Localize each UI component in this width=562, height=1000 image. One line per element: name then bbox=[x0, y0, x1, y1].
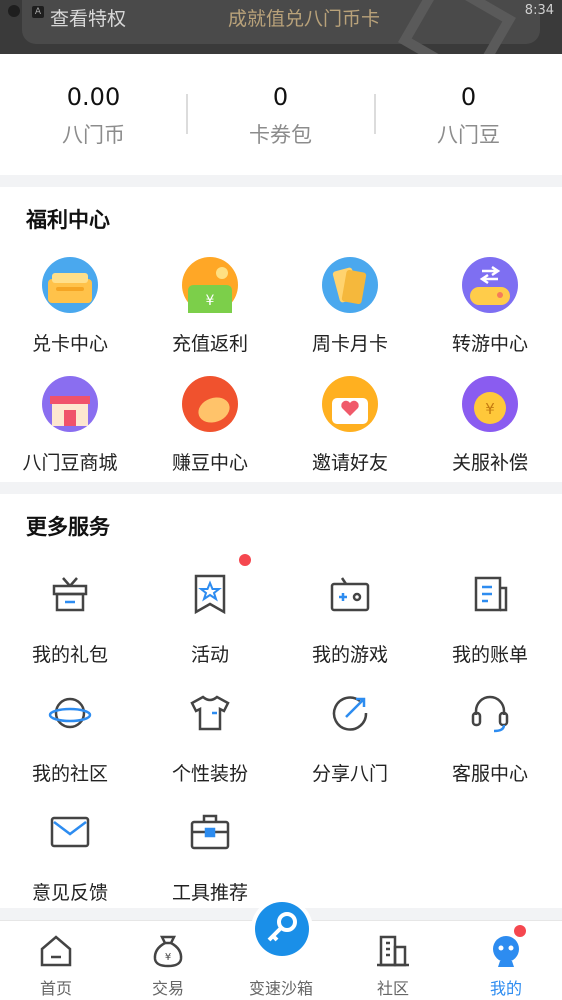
welfare-item-card-exchange[interactable]: 兑卡中心 bbox=[0, 257, 140, 367]
service-item-label: 意见反馈 bbox=[31, 882, 108, 904]
welfare-item-label: 八门豆商城 bbox=[22, 452, 118, 474]
service-item-share[interactable]: 分享八门 bbox=[280, 685, 420, 795]
tab-label: 变速沙箱 bbox=[248, 979, 313, 998]
banner-promo-text[interactable]: 成就值兑八门币卡 bbox=[228, 4, 380, 31]
stat-bamen-bean[interactable]: 0 八门豆 bbox=[375, 82, 562, 148]
weekly-monthly-card-icon bbox=[322, 257, 378, 313]
speed-sandbox-button[interactable] bbox=[251, 898, 313, 960]
service-item-my-community[interactable]: 我的社区 bbox=[0, 685, 140, 795]
welfare-item-label: 周卡月卡 bbox=[311, 333, 388, 355]
service-item-label: 个性装扮 bbox=[171, 763, 248, 785]
stat-label: 卡券包 bbox=[249, 123, 312, 147]
mine-badge-dot bbox=[514, 925, 526, 937]
bean-mall-icon bbox=[42, 376, 98, 432]
svg-text:¥: ¥ bbox=[165, 952, 171, 963]
mail-icon bbox=[50, 816, 90, 848]
welfare-item-game-transfer[interactable]: 转游中心 bbox=[420, 257, 560, 367]
svg-text:¥: ¥ bbox=[206, 293, 215, 309]
status-bar-time: 8:34 bbox=[524, 3, 554, 18]
toolbox-icon bbox=[190, 814, 230, 850]
welfare-item-label: 兑卡中心 bbox=[31, 333, 108, 355]
service-item-activity[interactable]: 活动 bbox=[140, 554, 280, 676]
tab-label: 首页 bbox=[39, 979, 72, 998]
gift-icon bbox=[52, 577, 88, 612]
service-item-label: 工具推荐 bbox=[171, 882, 248, 904]
service-item-label: 我的礼包 bbox=[31, 644, 108, 666]
service-item-label: 我的账单 bbox=[451, 644, 528, 666]
tshirt-icon bbox=[190, 695, 230, 731]
welfare-item-label: 关服补偿 bbox=[451, 452, 528, 474]
bill-icon bbox=[474, 576, 508, 612]
section-title: 更多服务 bbox=[26, 515, 110, 539]
service-item-my-games[interactable]: 我的游戏 bbox=[280, 566, 420, 676]
stat-value: 0 bbox=[460, 83, 477, 111]
game-transfer-icon bbox=[462, 257, 518, 313]
server-close-compensation-icon: ¥ bbox=[462, 376, 518, 432]
welfare-item-weekly-monthly-card[interactable]: 周卡月卡 bbox=[280, 257, 420, 367]
share-arrow-icon bbox=[332, 696, 368, 731]
stat-coupon-pack[interactable]: 0 卡券包 bbox=[187, 82, 374, 148]
service-item-feedback[interactable]: 意见反馈 bbox=[0, 804, 140, 914]
service-item-label: 分享八门 bbox=[311, 763, 388, 785]
tab-community[interactable]: 社区 bbox=[337, 921, 449, 1000]
status-bar-camera-icon bbox=[8, 5, 20, 17]
stat-value: 0 bbox=[272, 83, 289, 111]
key-icon bbox=[267, 912, 297, 942]
service-item-label: 活动 bbox=[190, 644, 229, 666]
service-item-label: 客服中心 bbox=[451, 763, 528, 785]
fab-core bbox=[255, 902, 309, 956]
tab-mine[interactable]: 我的 bbox=[450, 921, 562, 1000]
welfare-item-label: 赚豆中心 bbox=[171, 452, 248, 474]
stat-label: 八门币 bbox=[62, 123, 125, 147]
service-item-my-gift[interactable]: 我的礼包 bbox=[0, 566, 140, 676]
service-item-dress-up[interactable]: 个性装扮 bbox=[140, 685, 280, 795]
game-controller-icon bbox=[330, 577, 370, 612]
service-item-customer-service[interactable]: 客服中心 bbox=[420, 685, 560, 795]
svg-text:¥: ¥ bbox=[485, 400, 495, 418]
profile-mascot-icon bbox=[493, 936, 519, 967]
tab-home[interactable]: 首页 bbox=[0, 921, 112, 1000]
welfare-item-bean-mall[interactable]: 八门豆商城 bbox=[0, 376, 140, 486]
status-bar-app-icon: A bbox=[32, 6, 44, 18]
money-bag-icon: ¥ bbox=[153, 935, 183, 968]
welfare-item-compensation[interactable]: ¥ 关服补偿 bbox=[420, 376, 560, 486]
stat-value: 0.00 bbox=[66, 83, 121, 111]
card-exchange-icon bbox=[42, 257, 98, 313]
tab-trade[interactable]: ¥ 交易 bbox=[112, 921, 224, 1000]
activity-badge-dot bbox=[239, 554, 251, 566]
stat-label: 八门豆 bbox=[437, 123, 500, 147]
privilege-banner[interactable]: A 查看特权 成就值兑八门币卡 8:34 bbox=[0, 0, 562, 54]
home-icon bbox=[40, 935, 72, 967]
headset-icon bbox=[471, 695, 509, 733]
service-item-label: 我的游戏 bbox=[311, 644, 388, 666]
welfare-item-recharge-rebate[interactable]: ¥ 充值返利 bbox=[140, 257, 280, 367]
service-item-my-bill[interactable]: 我的账单 bbox=[420, 566, 560, 676]
service-item-tools[interactable]: 工具推荐 bbox=[140, 804, 280, 914]
planet-icon bbox=[48, 697, 92, 729]
earn-beans-icon bbox=[182, 376, 238, 432]
buildings-icon bbox=[377, 935, 409, 967]
welfare-center-section: 福利中心 兑卡中心 ¥ 充值返利 周卡月卡 转游中心 八门豆商城 赚豆中心 邀请… bbox=[0, 187, 562, 482]
welfare-item-label: 邀请好友 bbox=[311, 452, 388, 474]
service-item-label: 我的社区 bbox=[31, 763, 108, 785]
welfare-item-label: 转游中心 bbox=[451, 333, 528, 355]
more-services-section: 更多服务 我的礼包 活动 我的游戏 我的账单 我的社区 个性装扮 分享八门 客服… bbox=[0, 494, 562, 908]
tab-label: 交易 bbox=[151, 979, 184, 998]
welfare-item-earn-beans[interactable]: 赚豆中心 bbox=[140, 376, 280, 486]
wallet-stats: 0.00 八门币 0 卡券包 0 八门豆 bbox=[0, 54, 562, 175]
recharge-rebate-icon: ¥ bbox=[182, 257, 238, 313]
invite-friends-icon bbox=[322, 376, 378, 432]
activity-star-icon bbox=[194, 574, 226, 615]
stat-bamen-coin[interactable]: 0.00 八门币 bbox=[0, 82, 187, 148]
welfare-item-label: 充值返利 bbox=[171, 333, 248, 355]
tab-label: 我的 bbox=[489, 979, 522, 998]
welfare-item-invite-friends[interactable]: 邀请好友 bbox=[280, 376, 420, 486]
section-title: 福利中心 bbox=[26, 208, 110, 232]
tab-label: 社区 bbox=[376, 979, 409, 998]
view-privileges-link[interactable]: 查看特权 bbox=[50, 4, 126, 31]
